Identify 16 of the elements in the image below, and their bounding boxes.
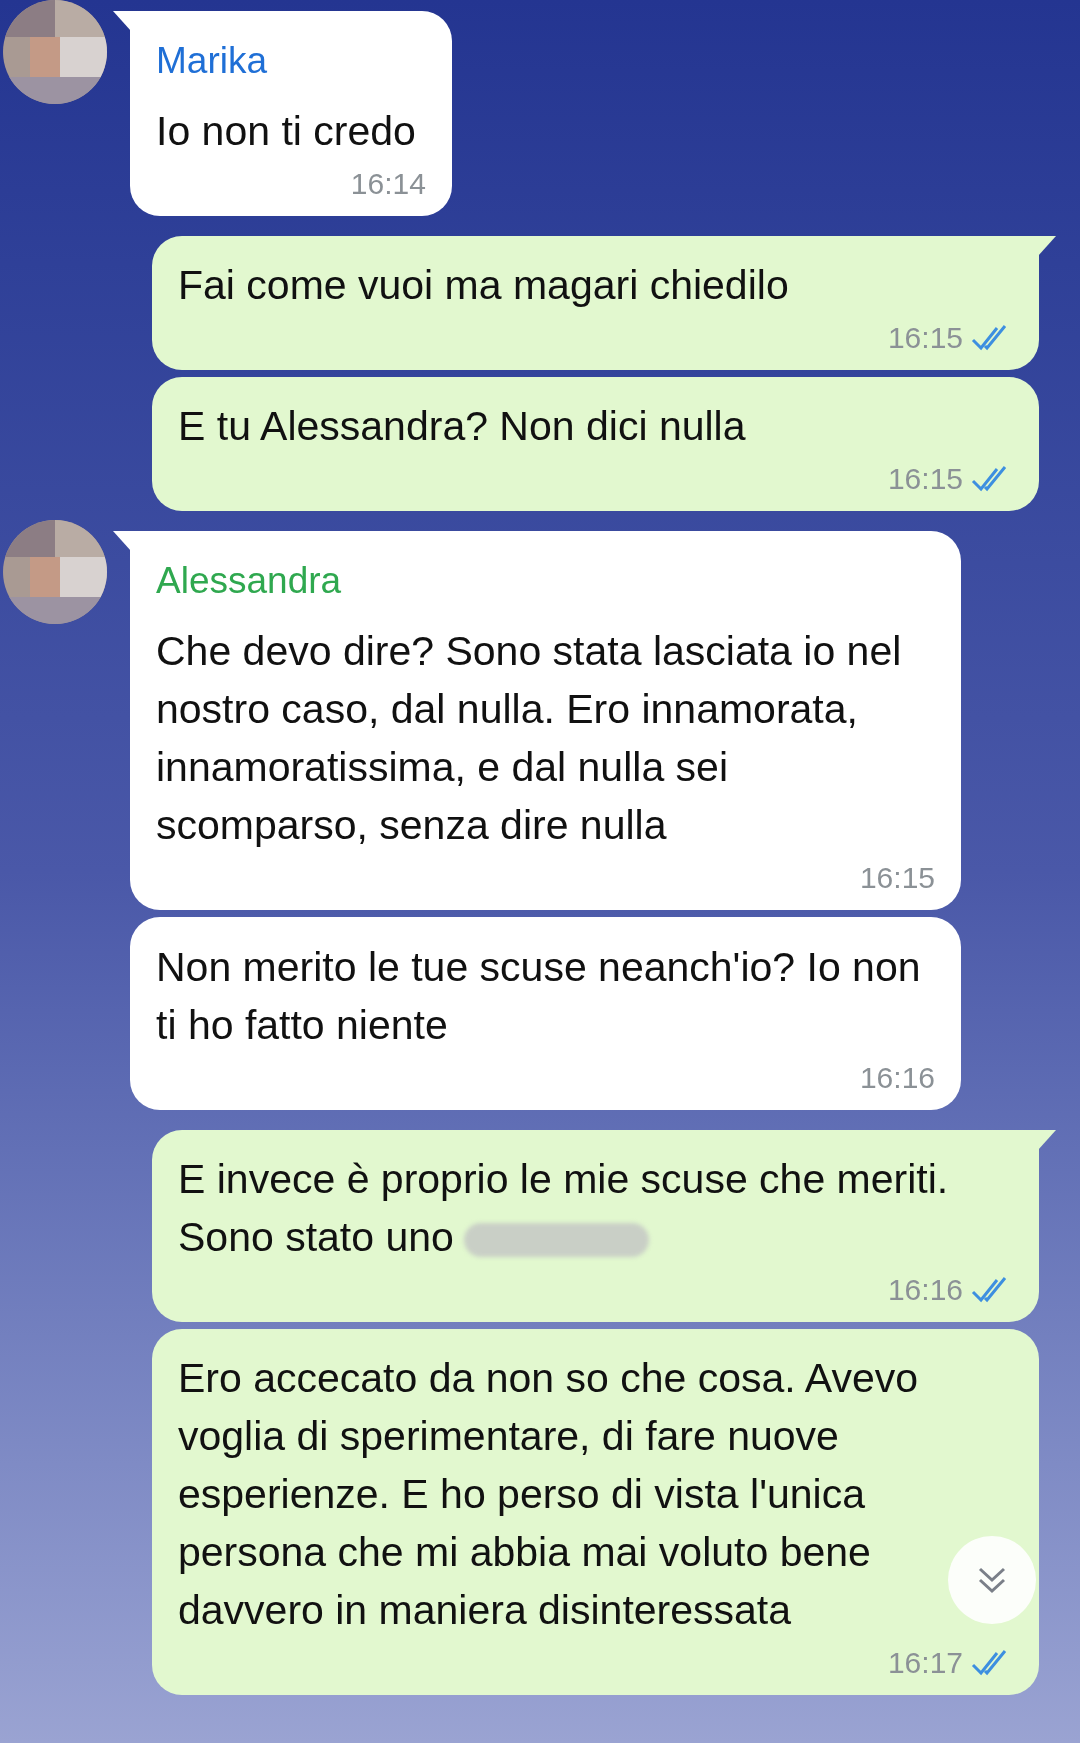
sender-name: Alessandra — [156, 559, 342, 603]
message-text: Non merito le tue scuse neanch'io? Io non ti ho fatto niente — [156, 944, 921, 1048]
message-text: Io non ti credo — [156, 108, 416, 154]
timestamp: 16:16 — [859, 1060, 935, 1096]
message-text: Fai come vuoi ma magari chiedilo — [178, 262, 789, 308]
message-text: E invece è proprio le mie scuse che meriti. Sono stato uno — [178, 1156, 949, 1260]
message-text: E tu Alessandra? Non dici nulla — [178, 403, 746, 449]
timestamp: 16:17 — [887, 1645, 963, 1681]
timestamp: 16:14 — [350, 166, 426, 202]
message-text: Ero accecato da non so che cosa. Avevo voglia di sperimentare, di fare nuove esperienze. E ho perso di vista l'unica persona che mi abbia mai voluto bene davvero in maniera disinteressata — [178, 1355, 918, 1633]
timestamp: 16:15 — [887, 461, 963, 497]
timestamp: 16:15 — [859, 860, 935, 896]
timestamp: 16:16 — [887, 1272, 963, 1308]
message-text: Che devo dire? Sono stata lasciata io nel nostro caso, dal nulla. Ero innamorata, innamoratissima, e dal nulla sei scomparso, senza dire nulla — [156, 628, 902, 848]
sender-name: Marika — [156, 39, 268, 83]
timestamp: 16:15 — [887, 320, 963, 356]
